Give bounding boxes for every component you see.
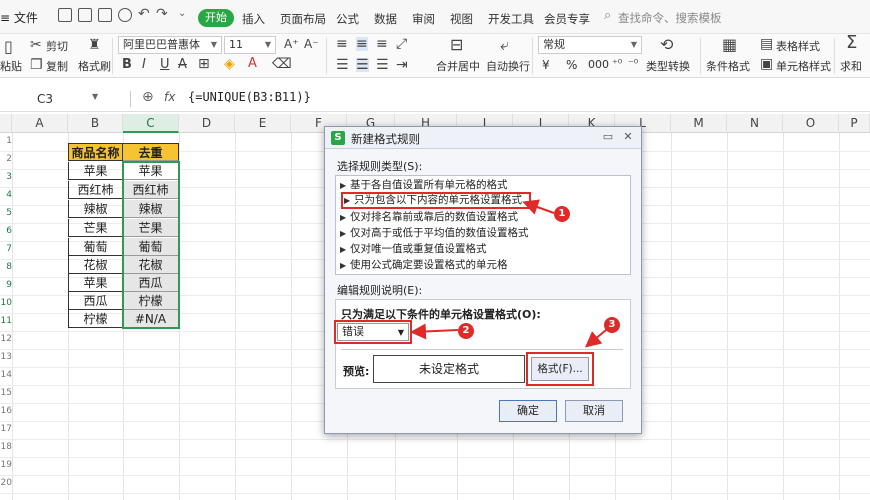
annotation-arrows [410,199,607,348]
arrow-1 [522,199,555,215]
arrow-2 [410,323,459,340]
annotation-badge: 3 [604,317,620,333]
annotation-badge: 2 [458,323,474,339]
arrow-3 [584,329,607,348]
annotation-badge: 1 [554,206,570,222]
